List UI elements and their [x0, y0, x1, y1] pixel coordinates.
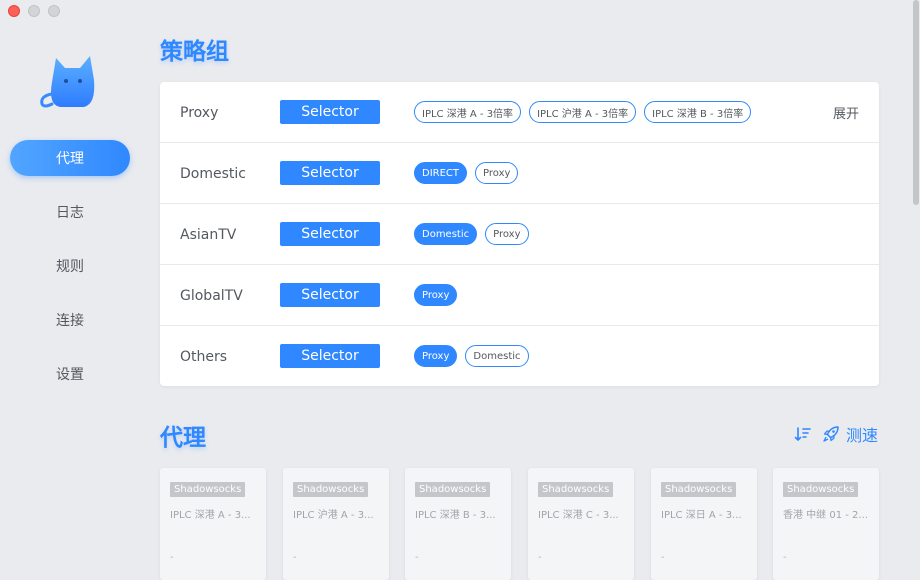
sidebar-item-settings[interactable]: 设置 — [10, 356, 130, 392]
group-name: AsianTV — [180, 226, 237, 243]
proxy-tag[interactable]: IPLC 深港 B - 3倍率 — [644, 101, 752, 123]
vertical-scrollbar[interactable] — [913, 0, 919, 205]
proxy-type-badge: Shadowsocks — [538, 482, 614, 497]
group-row-asiantv: AsianTV Selector Domestic Proxy — [160, 204, 879, 265]
proxy-delay: - — [783, 552, 787, 563]
group-name: Proxy — [180, 104, 219, 121]
rocket-icon — [823, 426, 839, 442]
group-row-domestic: Domestic Selector DIRECT Proxy — [160, 143, 879, 204]
speedtest-label: 测速 — [845, 426, 878, 445]
group-row-globaltv: GlobalTV Selector Proxy — [160, 265, 879, 326]
sidebar-item-rules[interactable]: 规则 — [10, 248, 130, 284]
proxy-tags: IPLC 深港 A - 3倍率 IPLC 沪港 A - 3倍率 IPLC 深港 … — [414, 101, 752, 123]
proxy-tag-selected[interactable]: DIRECT — [414, 162, 468, 184]
group-name: GlobalTV — [180, 287, 243, 304]
proxy-card[interactable]: Shadowsocks IPLC 深港 A - 3... - — [160, 468, 266, 580]
proxy-delay: - — [415, 552, 419, 563]
proxy-delay: - — [170, 552, 174, 563]
proxy-tags: Proxy Domestic — [414, 345, 529, 367]
proxy-tag[interactable]: Domestic — [465, 345, 529, 367]
proxy-delay: - — [293, 552, 297, 563]
group-name: Domestic — [180, 165, 246, 182]
proxy-type-badge: Shadowsocks — [293, 482, 369, 497]
group-row-others: Others Selector Proxy Domestic — [160, 326, 879, 387]
policy-groups-title: 策略组 — [160, 39, 229, 65]
policy-groups-card: Proxy Selector IPLC 深港 A - 3倍率 IPLC 沪港 A… — [160, 82, 879, 386]
proxy-tag-selected[interactable]: Proxy — [414, 345, 458, 367]
proxy-tags: Proxy — [414, 284, 458, 306]
proxy-name: IPLC 深日 A - 3... — [661, 510, 742, 521]
proxy-delay: - — [661, 552, 665, 563]
proxy-tags: DIRECT Proxy — [414, 162, 519, 184]
sidebar: 代理 日志 规则 连接 设置 — [0, 0, 140, 580]
proxy-name: IPLC 沪港 A - 3... — [293, 510, 374, 521]
proxy-card[interactable]: Shadowsocks IPLC 沪港 A - 3... - — [283, 468, 389, 580]
sidebar-item-logs[interactable]: 日志 — [10, 194, 130, 230]
selector-button[interactable]: Selector — [280, 100, 380, 124]
proxy-tag-selected[interactable]: Domestic — [414, 223, 478, 245]
proxy-tag[interactable]: Proxy — [475, 162, 519, 184]
sidebar-item-connections[interactable]: 连接 — [10, 302, 130, 338]
proxy-tags: Domestic Proxy — [414, 223, 529, 245]
proxy-card[interactable]: Shadowsocks 香港 中继 01 - 2... - — [773, 468, 879, 580]
proxy-name: IPLC 深港 A - 3... — [170, 510, 251, 521]
sidebar-item-proxy[interactable]: 代理 — [10, 140, 130, 176]
proxy-type-badge: Shadowsocks — [661, 482, 737, 497]
group-row-proxy: Proxy Selector IPLC 深港 A - 3倍率 IPLC 沪港 A… — [160, 82, 879, 143]
proxy-card[interactable]: Shadowsocks IPLC 深港 C - 3... - — [528, 468, 634, 580]
proxy-tag-selected[interactable]: Proxy — [414, 284, 458, 306]
speedtest-button[interactable]: 测速 — [822, 422, 878, 446]
proxies-actions: 测速 — [794, 422, 878, 446]
selector-button[interactable]: Selector — [280, 161, 380, 185]
proxy-type-badge: Shadowsocks — [170, 482, 246, 497]
proxy-tag[interactable]: Proxy — [485, 223, 529, 245]
proxy-card[interactable]: Shadowsocks IPLC 深日 A - 3... - — [651, 468, 757, 580]
proxy-name: IPLC 深港 B - 3... — [415, 510, 496, 521]
proxy-type-badge: Shadowsocks — [415, 482, 491, 497]
proxy-type-badge: Shadowsocks — [783, 482, 859, 497]
proxy-name: IPLC 深港 C - 3... — [538, 510, 619, 521]
selector-button[interactable]: Selector — [280, 283, 380, 307]
group-name: Others — [180, 348, 228, 365]
expand-button[interactable]: 展开 — [833, 82, 859, 143]
selector-button[interactable]: Selector — [280, 344, 380, 368]
proxy-card[interactable]: Shadowsocks IPLC 深港 B - 3... - — [405, 468, 511, 580]
proxy-delay: - — [538, 552, 542, 563]
sort-icon[interactable] — [794, 425, 812, 443]
selector-button[interactable]: Selector — [280, 222, 380, 246]
proxy-name: 香港 中继 01 - 2... — [783, 510, 868, 521]
clash-cat-logo — [40, 56, 95, 108]
proxy-tag[interactable]: IPLC 深港 A - 3倍率 — [414, 101, 522, 123]
proxies-title: 代理 — [160, 425, 206, 451]
proxy-tag[interactable]: IPLC 沪港 A - 3倍率 — [529, 101, 637, 123]
